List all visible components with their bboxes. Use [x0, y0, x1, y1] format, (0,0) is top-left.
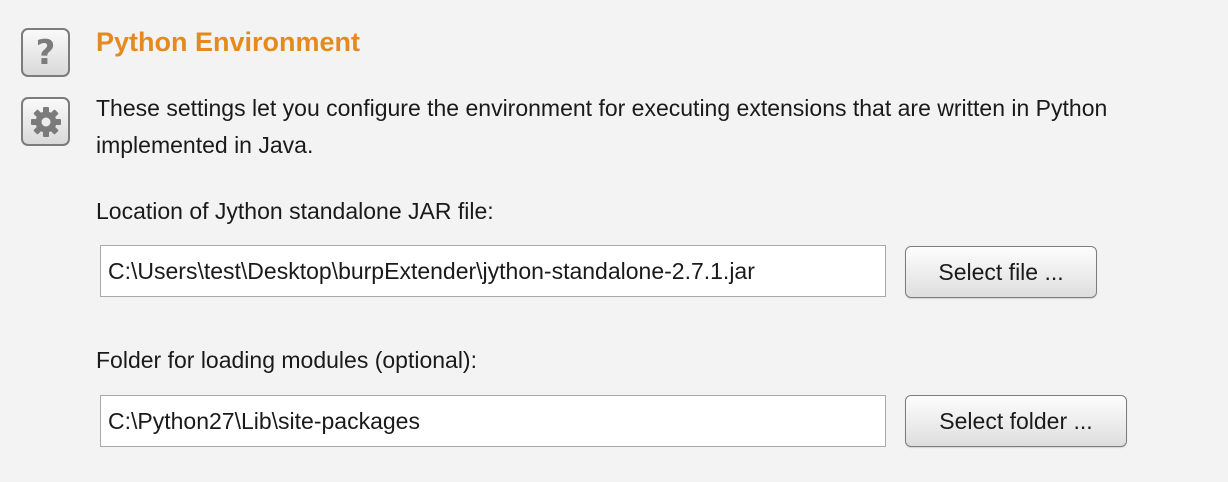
- help-button[interactable]: ?: [21, 28, 70, 77]
- jar-location-input[interactable]: [100, 245, 886, 297]
- section-title: Python Environment: [96, 27, 361, 57]
- settings-button[interactable]: [21, 97, 70, 146]
- description-line-1: These settings let you configure the env…: [96, 95, 1108, 121]
- modules-folder-label: Folder for loading modules (optional):: [96, 347, 477, 373]
- section-description: These settings let you configure the env…: [96, 90, 1228, 164]
- description-line-2: implemented in Java.: [96, 132, 314, 158]
- gear-icon: [30, 106, 61, 137]
- select-folder-button[interactable]: Select folder ...: [905, 395, 1127, 447]
- question-mark-icon: ?: [35, 32, 56, 73]
- jar-location-label: Location of Jython standalone JAR file:: [96, 198, 494, 224]
- select-file-button[interactable]: Select file ...: [905, 246, 1097, 298]
- modules-folder-input[interactable]: [100, 395, 886, 447]
